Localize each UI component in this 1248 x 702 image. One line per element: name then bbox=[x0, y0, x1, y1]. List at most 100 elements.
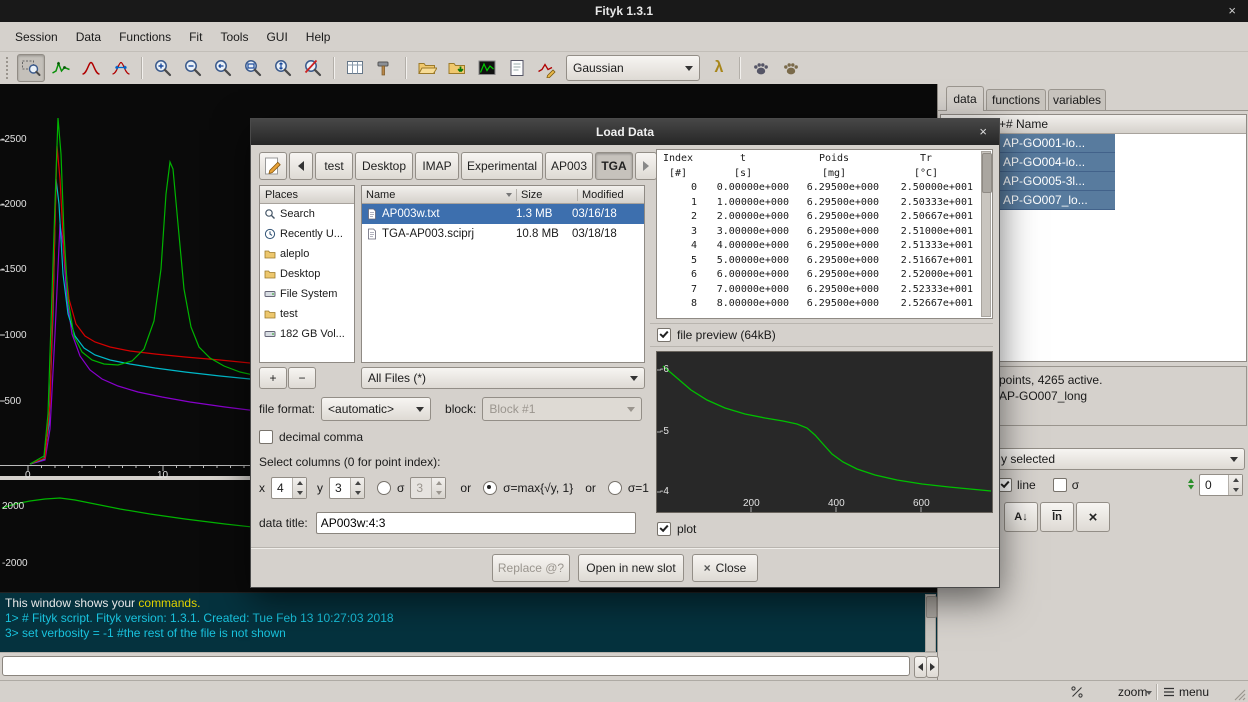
spin-down-button[interactable] bbox=[432, 488, 445, 498]
x-column-spinner[interactable]: 4 bbox=[271, 477, 307, 499]
place-filesystem[interactable]: File System bbox=[260, 284, 354, 304]
peak-width-mode-button[interactable] bbox=[107, 54, 135, 82]
sigma-checkbox[interactable] bbox=[1053, 478, 1067, 492]
zoom-in-button[interactable] bbox=[149, 54, 177, 82]
spin-up-button[interactable] bbox=[432, 478, 445, 488]
sigma-column-radio[interactable] bbox=[377, 481, 391, 495]
file-format-combo[interactable]: <automatic> bbox=[321, 397, 431, 421]
remove-place-button[interactable]: − bbox=[288, 367, 316, 389]
export-data-button[interactable] bbox=[443, 54, 471, 82]
dialog-close-button[interactable]: × bbox=[979, 119, 987, 145]
log-button[interactable] bbox=[503, 54, 531, 82]
add-peak-mode-button[interactable] bbox=[77, 54, 105, 82]
menu-tools[interactable]: Tools bbox=[211, 26, 257, 48]
spin-up-button[interactable] bbox=[1229, 475, 1242, 485]
path-crumb-imap[interactable]: IMAP bbox=[415, 152, 459, 180]
data-range-mode-button[interactable] bbox=[47, 54, 75, 82]
path-crumb-desktop[interactable]: Desktop bbox=[355, 152, 413, 180]
delete-dataset-button[interactable]: × bbox=[1076, 502, 1110, 532]
zoom-caret-icon[interactable] bbox=[1146, 691, 1152, 695]
save-plot-button[interactable] bbox=[473, 54, 501, 82]
place-test[interactable]: test bbox=[260, 304, 354, 324]
open-new-slot-button[interactable]: Open in new slot bbox=[578, 554, 684, 582]
statusbar-menu[interactable]: menu bbox=[1179, 685, 1209, 699]
command-input[interactable] bbox=[2, 656, 910, 676]
zoom-out-button[interactable] bbox=[179, 54, 207, 82]
column-modified[interactable]: Modified bbox=[578, 189, 624, 201]
transform-data-button[interactable]: ln bbox=[1040, 502, 1074, 532]
path-crumb-ap003[interactable]: AP003 bbox=[545, 152, 593, 180]
zoom-vertical-button[interactable] bbox=[269, 54, 297, 82]
path-forward-button[interactable] bbox=[635, 152, 657, 180]
preview-scrollbar-thumb[interactable] bbox=[982, 153, 992, 193]
data-title-input[interactable] bbox=[316, 512, 636, 534]
menu-session[interactable]: Session bbox=[6, 26, 67, 48]
path-crumb-tga[interactable]: TGA bbox=[595, 152, 633, 180]
place-recent[interactable]: Recently U... bbox=[260, 224, 354, 244]
file-row[interactable]: TGA-AP003.sciprj 10.8 MB 03/18/18 bbox=[362, 224, 644, 244]
tab-variables[interactable]: variables bbox=[1048, 89, 1106, 110]
menu-data[interactable]: Data bbox=[67, 26, 110, 48]
sigma-max-radio[interactable] bbox=[483, 481, 497, 495]
resize-grip-icon[interactable] bbox=[1234, 689, 1246, 701]
zoom-previous-button[interactable] bbox=[209, 54, 237, 82]
add-place-button[interactable]: + bbox=[259, 367, 287, 389]
tab-functions[interactable]: functions bbox=[986, 89, 1046, 110]
plot-checkbox[interactable] bbox=[657, 522, 671, 536]
y-column-spinner[interactable]: 3 bbox=[329, 477, 365, 499]
replace-button[interactable]: Replace @? bbox=[492, 554, 570, 582]
apply-transform-button[interactable]: A↓ bbox=[1004, 502, 1038, 532]
block-combo[interactable]: Block #1 bbox=[482, 397, 642, 421]
sigma-one-radio[interactable] bbox=[608, 481, 622, 495]
path-crumb-experimental[interactable]: Experimental bbox=[461, 152, 543, 180]
menu-fit[interactable]: Fit bbox=[180, 26, 211, 48]
auto-add-alt-button[interactable] bbox=[777, 54, 805, 82]
statusbar-zoom[interactable]: zoom bbox=[1118, 685, 1147, 699]
open-file-button[interactable] bbox=[413, 54, 441, 82]
zoom-out-icon bbox=[183, 58, 203, 78]
spin-down-button[interactable] bbox=[293, 488, 306, 498]
spin-down-button[interactable] bbox=[351, 488, 364, 498]
close-button[interactable]: ×Close bbox=[692, 554, 758, 582]
point-size-spinner[interactable]: 0 bbox=[1199, 474, 1243, 496]
preview-scrollbar[interactable] bbox=[981, 151, 991, 317]
function-type-select[interactable]: Gaussian bbox=[566, 55, 700, 81]
decimal-comma-checkbox[interactable] bbox=[259, 430, 273, 444]
load-data-dialog: Load Data × test Desktop IMAP Experiment… bbox=[250, 118, 1000, 588]
console-scrollbar[interactable] bbox=[925, 594, 936, 652]
toolbar-grip[interactable] bbox=[6, 57, 11, 79]
place-desktop[interactable]: Desktop bbox=[260, 264, 354, 284]
place-volume[interactable]: 182 GB Vol... bbox=[260, 324, 354, 344]
menu-gui[interactable]: GUI bbox=[257, 26, 296, 48]
zoom-disable-button[interactable] bbox=[299, 54, 327, 82]
menu-help[interactable]: Help bbox=[297, 26, 340, 48]
type-path-button[interactable] bbox=[259, 152, 287, 180]
console-scrollbar-thumb[interactable] bbox=[926, 596, 937, 618]
path-crumb-test[interactable]: test bbox=[315, 152, 353, 180]
menu-functions[interactable]: Functions bbox=[110, 26, 180, 48]
edit-data-button[interactable] bbox=[533, 54, 561, 82]
spin-up-button[interactable] bbox=[293, 478, 306, 488]
data-table-button[interactable] bbox=[341, 54, 369, 82]
spin-up-button[interactable] bbox=[351, 478, 364, 488]
auto-add-button[interactable] bbox=[747, 54, 775, 82]
settings-button[interactable] bbox=[371, 54, 399, 82]
window-close-button[interactable]: × bbox=[1228, 0, 1236, 22]
zoom-mode-button[interactable] bbox=[17, 54, 45, 82]
tab-data[interactable]: data bbox=[946, 86, 984, 111]
sigma-column-spinner[interactable]: 3 bbox=[410, 477, 446, 499]
file-preview-checkbox[interactable] bbox=[657, 328, 671, 342]
path-back-button[interactable] bbox=[289, 152, 313, 180]
spin-down-button[interactable] bbox=[1229, 485, 1242, 495]
file-row[interactable]: AP003w.txt 1.3 MB 03/16/18 bbox=[362, 204, 644, 224]
history-forward-button[interactable] bbox=[926, 656, 939, 678]
line-checkbox[interactable] bbox=[998, 478, 1012, 492]
place-search[interactable]: Search bbox=[260, 204, 354, 224]
file-filter-combo[interactable]: All Files (*) bbox=[361, 367, 645, 389]
place-home[interactable]: aleplo bbox=[260, 244, 354, 264]
column-name[interactable]: Name bbox=[362, 189, 517, 201]
zoom-all-button[interactable] bbox=[239, 54, 267, 82]
preview-plot[interactable]: -6 -5 -4 200 400 600 bbox=[656, 351, 993, 513]
define-function-button[interactable]: λ bbox=[705, 54, 733, 82]
column-size[interactable]: Size bbox=[517, 189, 578, 201]
